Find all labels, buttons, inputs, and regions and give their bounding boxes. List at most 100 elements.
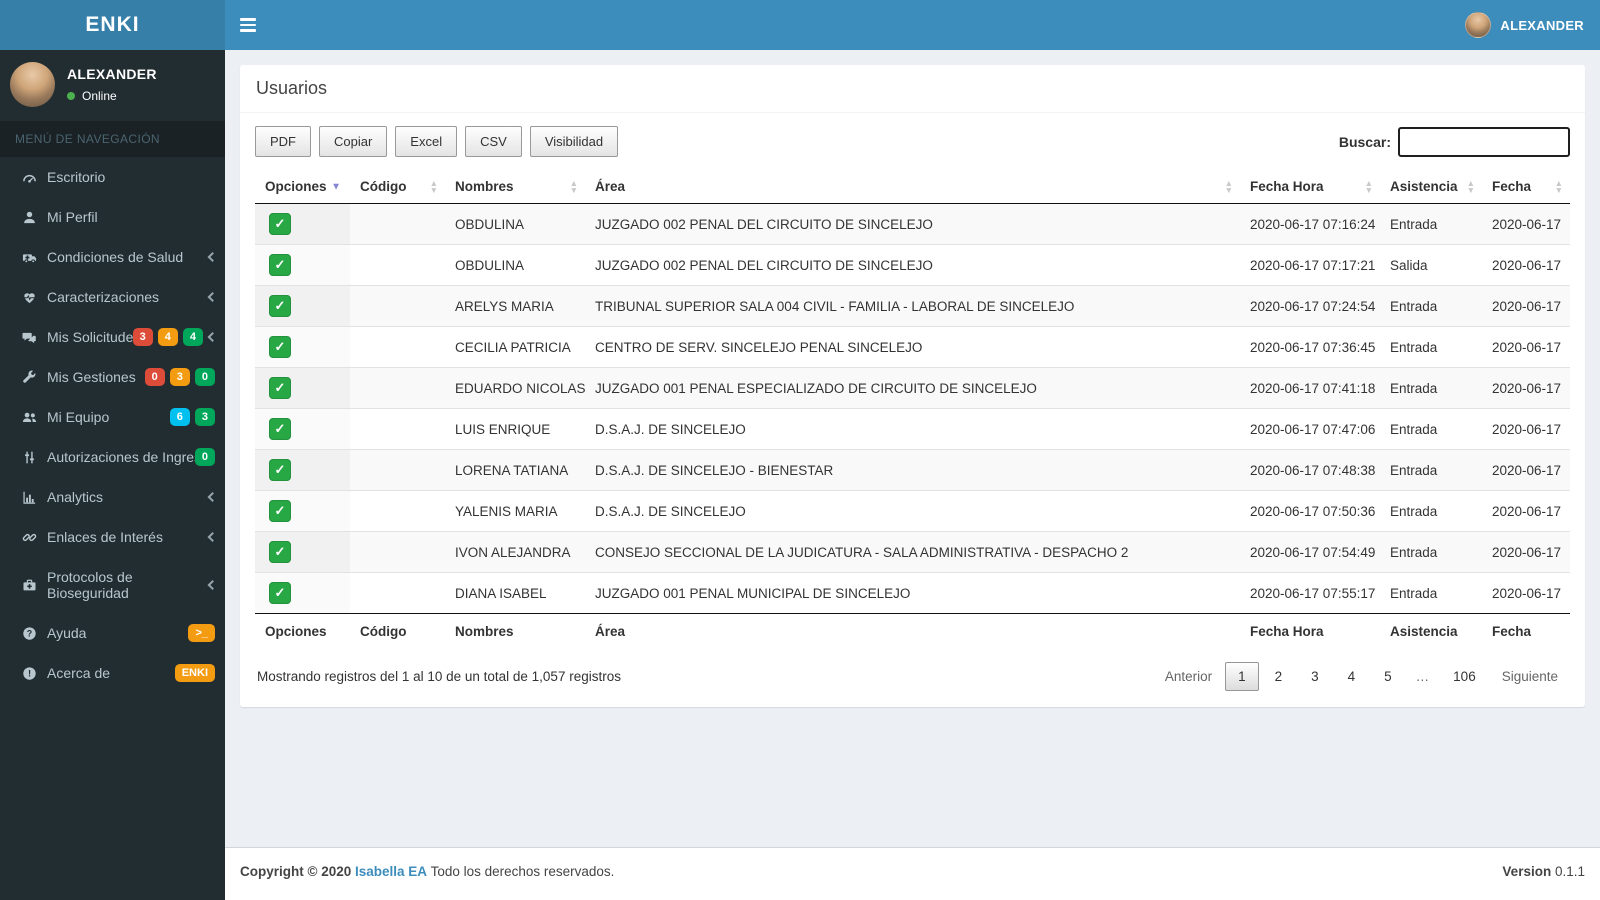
fecha-hora-cell: 2020-06-17 07:47:06	[1240, 408, 1380, 450]
codigo-cell	[350, 367, 445, 409]
asistencia-cell: Entrada	[1380, 490, 1482, 532]
asistencia-cell: Entrada	[1390, 216, 1438, 232]
badge: 3	[169, 367, 190, 387]
fecha-cell: 2020-06-17	[1482, 367, 1570, 409]
fecha-cell: 2020-06-17	[1482, 449, 1570, 491]
pagination-page-4[interactable]: 4	[1335, 662, 1369, 691]
status-label: Online	[82, 89, 117, 103]
row-checkbox[interactable]: ✓	[269, 459, 291, 481]
search-input[interactable]	[1398, 126, 1570, 157]
row-checkbox[interactable]: ✓	[269, 213, 291, 235]
column-header-área[interactable]: Área ▲ ▼	[585, 170, 1240, 204]
table-row: ✓ LORENA TATIANA D.S.A.J. DE SINCELEJO - B…	[255, 449, 1570, 491]
row-checkbox[interactable]: ✓	[269, 582, 291, 604]
codigo-cell	[350, 449, 445, 491]
pagination-page-5[interactable]: 5	[1371, 662, 1405, 691]
area-cell: JUZGADO 001 PENAL ESPECIALIZADO DE CIRCU…	[585, 367, 1240, 409]
column-header-asistencia[interactable]: Asistencia ▲ ▼	[1380, 170, 1482, 204]
users-table: Opciones ▼ Código ▲ ▼ Nombres ▲ ▼ Área ▲ ▼ Fecha Ho…	[255, 170, 1570, 649]
brand-logo[interactable]: ENKI	[0, 0, 225, 50]
table-row: ✓ CECILIA PATRICIA CENTRO DE SERV. SINCELE…	[255, 326, 1570, 368]
sidebar-item-protocolos-de-bioseguridad[interactable]: Protocolos de Bioseguridad	[0, 557, 225, 613]
pagination-page-1[interactable]: 1	[1225, 662, 1259, 691]
column-header-label: Área	[595, 179, 626, 194]
sidebar-item-enlaces-de-interes[interactable]: Enlaces de Interés	[0, 517, 225, 557]
pagination-page-2[interactable]: 2	[1262, 662, 1296, 691]
row-checkbox[interactable]: ✓	[269, 418, 291, 440]
fecha-hora-cell: 2020-06-17 07:36:45	[1240, 326, 1380, 368]
codigo-cell	[350, 408, 445, 450]
column-header-label: Fecha	[1492, 179, 1532, 194]
sidebar-item-ayuda[interactable]: ? Ayuda >_	[0, 613, 225, 653]
pagination-next[interactable]: Siguiente	[1492, 663, 1568, 690]
row-checkbox[interactable]: ✓	[269, 254, 291, 276]
sidebar-item-label: Mi Perfil	[47, 209, 98, 225]
options-cell: ✓	[255, 572, 350, 614]
column-header-código[interactable]: Código ▲ ▼	[350, 170, 445, 204]
column-header-opciones[interactable]: Opciones ▼	[255, 170, 350, 204]
table-row: ✓ EDUARDO NICOLAS JUZGADO 001 PENAL ESPECI…	[255, 367, 1570, 409]
visibilidad-button[interactable]: Visibilidad	[529, 126, 619, 157]
badge: 0	[144, 367, 165, 387]
nombres-cell: CECILIA PATRICIA	[445, 326, 585, 368]
sidebar-item-mi-equipo[interactable]: Mi Equipo 6 3	[0, 397, 225, 437]
row-checkbox[interactable]: ✓	[269, 377, 291, 399]
sidebar-item-autorizaciones-de-ingreso[interactable]: Autorizaciones de Ingreso 0	[0, 437, 225, 477]
row-checkbox[interactable]: ✓	[269, 336, 291, 358]
pdf-button[interactable]: PDF	[255, 126, 311, 157]
fecha-hora-cell: 2020-06-17 07:17:21	[1240, 244, 1380, 286]
column-header-fecha[interactable]: Fecha ▲ ▼	[1482, 170, 1570, 204]
codigo-cell	[350, 531, 445, 573]
column-header-fecha-hora[interactable]: Fecha Hora ▲ ▼	[1240, 170, 1380, 204]
excel-button[interactable]: Excel	[395, 126, 458, 157]
sidebar-menu-header: MENÚ DE NAVEGACIÓN	[0, 121, 225, 157]
pagination-page-106[interactable]: 106	[1440, 662, 1489, 691]
search-area: Buscar:	[1339, 126, 1570, 157]
box-body: PDF Copiar Excel CSV Visibilidad Buscar: Opc…	[240, 113, 1585, 707]
sidebar-item-label: Mi Equipo	[47, 409, 110, 425]
row-checkbox[interactable]: ✓	[269, 541, 291, 563]
csv-button[interactable]: CSV	[465, 126, 522, 157]
sidebar-item-acerca-de[interactable]: ! Acerca de ENKI	[0, 653, 225, 693]
badge: 0	[194, 447, 215, 467]
sidebar-item-caracterizaciones[interactable]: Caracterizaciones	[0, 277, 225, 317]
version-number: 0.1.1	[1554, 864, 1585, 879]
sidebar-item-condiciones-de-salud[interactable]: Condiciones de Salud	[0, 237, 225, 277]
copiar-button[interactable]: Copiar	[319, 126, 388, 157]
pagination-page-3[interactable]: 3	[1298, 662, 1332, 691]
sidebar-item-mis-solicitudes[interactable]: Mis Solicitudes 3 4 4	[0, 317, 225, 357]
sidebar-item-label: Escritorio	[47, 169, 106, 185]
row-checkbox[interactable]: ✓	[269, 500, 291, 522]
area-cell: CONSEJO SECCIONAL DE LA JUDICATURA - SAL…	[585, 531, 1240, 573]
company-link[interactable]: Isabella EA	[355, 864, 427, 879]
pagination-ellipsis: …	[1415, 669, 1430, 684]
asistencia-cell: Entrada	[1380, 572, 1482, 614]
badge: 3	[194, 407, 215, 427]
column-header-nombres[interactable]: Nombres ▲ ▼	[445, 170, 585, 204]
area-cell: D.S.A.J. DE SINCELEJO	[585, 408, 1240, 450]
fecha-hora-cell: 2020-06-17 07:55:17	[1240, 572, 1380, 614]
sort-icon: ▲ ▼	[1554, 177, 1563, 195]
sidebar-toggle-button[interactable]	[225, 0, 271, 50]
pagination-previous[interactable]: Anterior	[1155, 663, 1222, 690]
sidebar-item-analytics[interactable]: Analytics	[0, 477, 225, 517]
sidebar-item-label: Enlaces de Interés	[47, 529, 163, 545]
fecha-hora-cell: 2020-06-17 07:50:36	[1240, 490, 1380, 532]
navbar-user-menu[interactable]: ALEXANDER	[1449, 0, 1600, 50]
table-footer: Mostrando registros del 1 al 10 de un to…	[255, 649, 1570, 695]
table-body: ✓ OBDULINA JUZGADO 002 PENAL DEL CIRCUITO …	[255, 203, 1570, 614]
sidebar-item-mi-perfil[interactable]: Mi Perfil	[0, 197, 225, 237]
column-header-label: Opciones	[265, 179, 327, 194]
sidebar-item-escritorio[interactable]: Escritorio	[0, 157, 225, 197]
asistencia-cell: Entrada	[1380, 367, 1482, 409]
pagination: Anterior 1 2 3 4 5 … 106 Siguiente	[1155, 662, 1568, 691]
chevron-left-icon	[207, 492, 218, 502]
asistencia-cell: Entrada	[1380, 326, 1482, 368]
sidebar-item-mis-gestiones[interactable]: Mis Gestiones 0 3 0	[0, 357, 225, 397]
row-checkbox[interactable]: ✓	[269, 295, 291, 317]
sidebar-menu: Escritorio Mi Perfil Condiciones de Salud C…	[0, 157, 225, 693]
chevron-left-icon	[207, 252, 218, 262]
sidebar-item-label: Autorizaciones de Ingreso	[47, 449, 209, 465]
column-header-label: Asistencia	[1390, 179, 1458, 194]
sort-icon: ▲ ▼	[569, 177, 578, 195]
